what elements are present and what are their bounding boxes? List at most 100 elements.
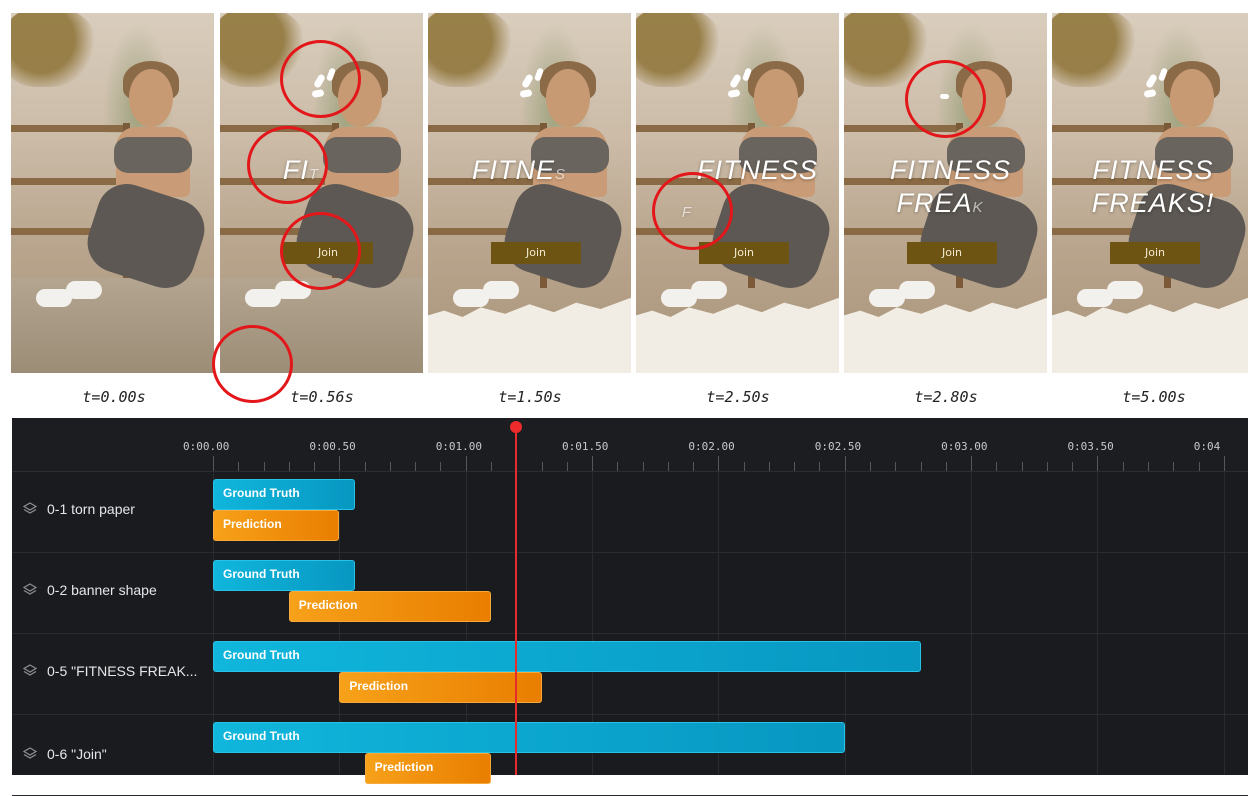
ruler-tick-label: 0:04 bbox=[1193, 440, 1221, 453]
layers-icon bbox=[22, 746, 38, 762]
ruler-minor-tick bbox=[819, 462, 821, 471]
ruler-major-tick bbox=[339, 456, 341, 471]
track-label-text: 0-6 "Join" bbox=[47, 746, 107, 762]
time-label: t=5.00s bbox=[1122, 388, 1186, 406]
track-row[interactable]: 0-2 banner shape Ground Truth Prediction bbox=[12, 552, 1248, 634]
ground-truth-bar[interactable]: Ground Truth bbox=[213, 641, 921, 672]
ruler-major-tick bbox=[592, 456, 594, 471]
ruler-major-tick bbox=[971, 456, 973, 471]
ruler-minor-tick bbox=[1046, 462, 1048, 471]
ruler-minor-tick bbox=[1122, 462, 1124, 471]
track-row[interactable]: 0-6 "Join" Ground Truth Prediction bbox=[12, 714, 1248, 796]
overlay-title: FITNES bbox=[471, 155, 567, 185]
woman-figure bbox=[36, 61, 213, 331]
prediction-bar[interactable]: Prediction bbox=[364, 753, 491, 784]
track-label: 0-1 torn paper bbox=[22, 501, 135, 517]
ruler-minor-tick bbox=[288, 462, 290, 471]
ruler-minor-tick bbox=[768, 462, 770, 471]
ruler-minor-tick bbox=[1173, 462, 1175, 471]
frame-strip: FIT Join FITNES Join FITNESS F Join FITN… bbox=[0, 0, 1248, 415]
white-accent-marks bbox=[519, 67, 552, 108]
ruler-minor-tick bbox=[667, 462, 669, 471]
time-label: t=1.50s bbox=[498, 388, 562, 406]
video-frame-5: FITNESS FREAKS! Join bbox=[1052, 13, 1248, 373]
overlay-title-line2: FREAK bbox=[896, 188, 985, 218]
timeline-panel: 0:00.00 0:00.50 0:01.00 0:01.50 0:02.00 0:02.… bbox=[12, 418, 1248, 796]
overlay-title: FITNESS bbox=[1092, 155, 1214, 185]
time-label: t=2.50s bbox=[706, 388, 770, 406]
track-label-text: 0-5 "FITNESS FREAK... bbox=[47, 663, 198, 679]
join-banner: Join bbox=[699, 242, 789, 264]
ruler-minor-tick bbox=[617, 462, 619, 471]
ruler-minor-tick bbox=[1198, 462, 1200, 471]
ruler-minor-tick bbox=[263, 462, 265, 471]
ruler-minor-tick bbox=[920, 462, 922, 471]
track-label-text: 0-2 banner shape bbox=[47, 582, 157, 598]
ruler-tick-label: 0:03.50 bbox=[1067, 440, 1114, 453]
annotation-circle bbox=[280, 40, 361, 118]
prediction-bar[interactable]: Prediction bbox=[288, 591, 491, 622]
annotation-circle bbox=[905, 60, 986, 138]
time-ruler[interactable]: 0:00.00 0:00.50 0:01.00 0:01.50 0:02.00 0:02.… bbox=[12, 418, 1248, 472]
layers-icon bbox=[22, 663, 38, 679]
ruler-minor-tick bbox=[238, 462, 240, 471]
ruler-tick-label: 0:01.00 bbox=[435, 440, 483, 453]
time-label: t=0.56s bbox=[290, 388, 354, 406]
ruler-tick-label: 0:00.50 bbox=[309, 440, 356, 453]
ruler-minor-tick bbox=[895, 462, 897, 471]
ruler-minor-tick bbox=[1021, 462, 1023, 471]
annotation-circle bbox=[652, 172, 733, 250]
track-label: 0-5 "FITNESS FREAK... bbox=[22, 663, 197, 679]
ruler-minor-tick bbox=[945, 462, 947, 471]
ruler-tick-label: 0:02.50 bbox=[814, 440, 862, 453]
track-label: 0-2 banner shape bbox=[22, 582, 157, 598]
video-frame-2: FITNES Join bbox=[428, 13, 631, 373]
white-accent-marks bbox=[727, 67, 760, 108]
annotation-circle bbox=[280, 212, 361, 290]
ruler-minor-tick bbox=[541, 462, 543, 471]
ground-truth-bar[interactable]: Ground Truth bbox=[213, 560, 355, 591]
ruler-major-tick bbox=[465, 456, 467, 471]
ruler-minor-tick bbox=[996, 462, 998, 471]
ruler-minor-tick bbox=[870, 462, 872, 471]
ruler-major-tick bbox=[718, 456, 720, 471]
ruler-minor-tick bbox=[642, 462, 644, 471]
ruler-minor-tick bbox=[566, 462, 568, 471]
ruler-minor-tick bbox=[440, 462, 442, 471]
track-label: 0-6 "Join" bbox=[22, 746, 107, 762]
ruler-tick-label: 0:02.00 bbox=[688, 440, 735, 453]
overlay-title-line2: FREAKS! bbox=[1091, 188, 1215, 218]
track-label-text: 0-1 torn paper bbox=[47, 501, 135, 517]
ruler-tick-label: 0:01.50 bbox=[562, 440, 609, 453]
ruler-minor-tick bbox=[314, 462, 316, 471]
join-banner: Join bbox=[491, 242, 581, 264]
track-row[interactable]: 0-1 torn paper Ground Truth Prediction bbox=[12, 471, 1248, 553]
track-row[interactable]: 0-5 "FITNESS FREAK... Ground Truth Predict… bbox=[12, 633, 1248, 715]
layers-icon bbox=[22, 501, 38, 517]
ruler-minor-tick bbox=[415, 462, 417, 471]
video-frame-0 bbox=[11, 13, 214, 373]
prediction-bar[interactable]: Prediction bbox=[213, 510, 340, 541]
time-label: t=2.80s bbox=[914, 388, 978, 406]
ruler-minor-tick bbox=[1147, 462, 1149, 471]
ruler-minor-tick bbox=[364, 462, 366, 471]
layers-icon bbox=[22, 582, 38, 598]
white-accent-marks bbox=[1143, 67, 1176, 108]
annotation-circle bbox=[247, 126, 328, 204]
ruler-minor-tick bbox=[389, 462, 391, 471]
prediction-bar[interactable]: Prediction bbox=[339, 672, 542, 703]
ruler-minor-tick bbox=[693, 462, 695, 471]
ruler-minor-tick bbox=[490, 462, 492, 471]
ruler-major-tick bbox=[213, 456, 214, 471]
ruler-tick-label: 0:03.00 bbox=[941, 440, 988, 453]
ground-truth-bar[interactable]: Ground Truth bbox=[213, 722, 845, 753]
ruler-major-tick bbox=[844, 456, 846, 471]
ruler-minor-tick bbox=[794, 462, 796, 471]
ruler-minor-tick bbox=[743, 462, 745, 471]
playhead-line[interactable] bbox=[515, 423, 518, 775]
ground-truth-bar[interactable]: Ground Truth bbox=[213, 479, 355, 510]
time-label: t=0.00s bbox=[82, 388, 146, 406]
join-banner: Join bbox=[907, 242, 997, 264]
ruler-major-tick bbox=[1223, 456, 1225, 471]
ruler-tick-label: 0:00.00 bbox=[183, 440, 230, 453]
